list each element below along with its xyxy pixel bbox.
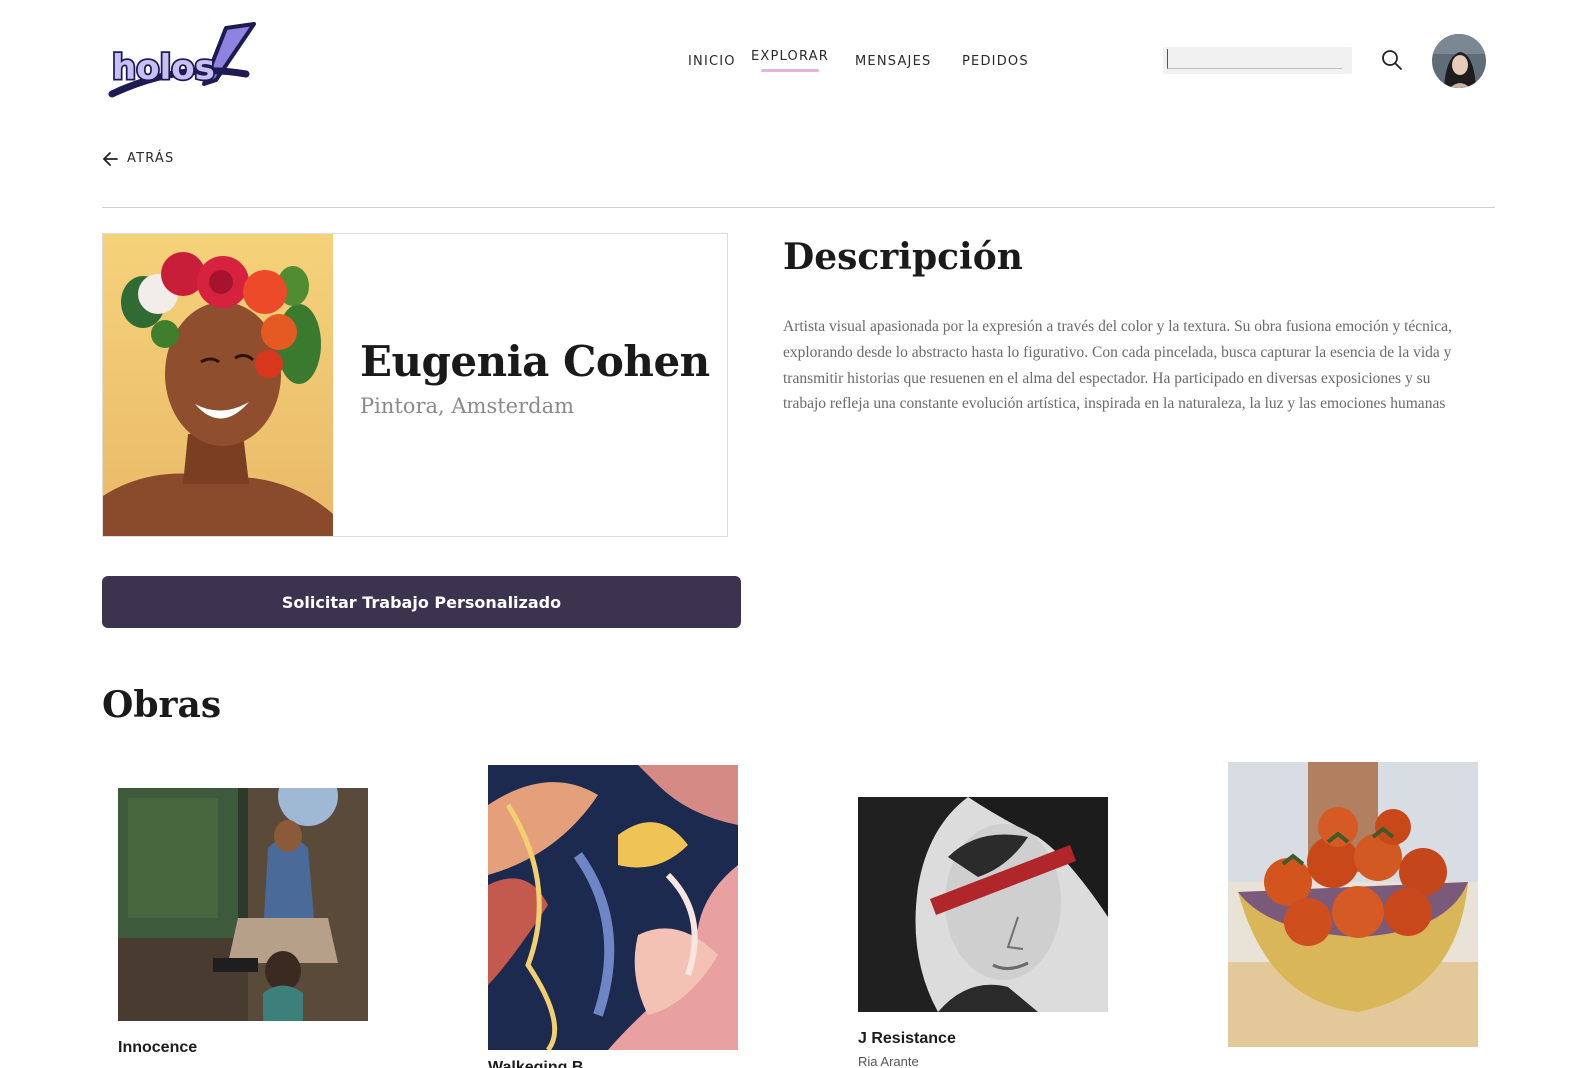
work-title: Walkeging B... xyxy=(488,1059,597,1068)
work-image xyxy=(858,797,1108,1012)
holos-logo[interactable]: holos xyxy=(108,22,258,100)
artwork-abstract-fluid xyxy=(488,765,738,1050)
work-image xyxy=(1228,762,1478,1047)
nav-mensajes[interactable]: MENSAJES xyxy=(855,54,931,69)
work-title: Innocence xyxy=(118,1039,198,1056)
artist-name: Eugenia Cohen xyxy=(360,337,710,386)
work-card[interactable] xyxy=(1228,762,1478,1068)
nav-active-indicator xyxy=(761,69,820,72)
work-card[interactable]: J Resistance Ria Arante xyxy=(858,797,1108,1068)
artwork-innocence xyxy=(118,788,368,1021)
search-box xyxy=(1163,47,1352,74)
nav-pedidos[interactable]: PEDIDOS xyxy=(962,54,1029,69)
work-image xyxy=(118,788,368,1021)
nav-explorar-label: EXPLORAR xyxy=(751,49,830,64)
search-input[interactable] xyxy=(1167,49,1342,69)
work-image xyxy=(488,765,738,1050)
request-custom-work-button[interactable]: Solicitar Trabajo Personalizado xyxy=(102,576,741,628)
artist-portrait xyxy=(103,234,333,536)
search-icon xyxy=(1382,50,1402,70)
work-title: J Resistance xyxy=(858,1030,956,1047)
artist-location: Pintora, Amsterdam xyxy=(360,394,574,418)
description-title: Descripción xyxy=(783,236,1023,278)
artist-photo xyxy=(103,234,333,536)
user-avatar[interactable] xyxy=(1432,34,1486,88)
artwork-persimmons xyxy=(1228,762,1478,1047)
works-title: Obras xyxy=(102,684,222,726)
holos-logo-mark: holos xyxy=(108,22,256,98)
back-link[interactable]: ATRÁS xyxy=(102,151,174,166)
arrow-left-icon xyxy=(103,151,118,166)
nav-explorar[interactable]: EXPLORAR xyxy=(751,49,830,72)
nav-inicio[interactable]: INICIO xyxy=(688,54,736,69)
description-text: Artista visual apasionada por la expresi… xyxy=(783,318,1452,413)
logo-text: holos xyxy=(112,48,215,88)
artist-card: Eugenia Cohen Pintora, Amsterdam xyxy=(102,233,728,537)
search-button[interactable] xyxy=(1381,49,1403,71)
back-label: ATRÁS xyxy=(127,151,175,166)
work-card[interactable]: Innocence xyxy=(118,788,368,1068)
user-avatar-image xyxy=(1432,34,1486,88)
work-card[interactable]: Walkeging B... xyxy=(488,765,738,1068)
section-divider xyxy=(102,207,1495,208)
work-artist: Ria Arante xyxy=(858,1054,919,1068)
artwork-resistance xyxy=(858,797,1108,1012)
